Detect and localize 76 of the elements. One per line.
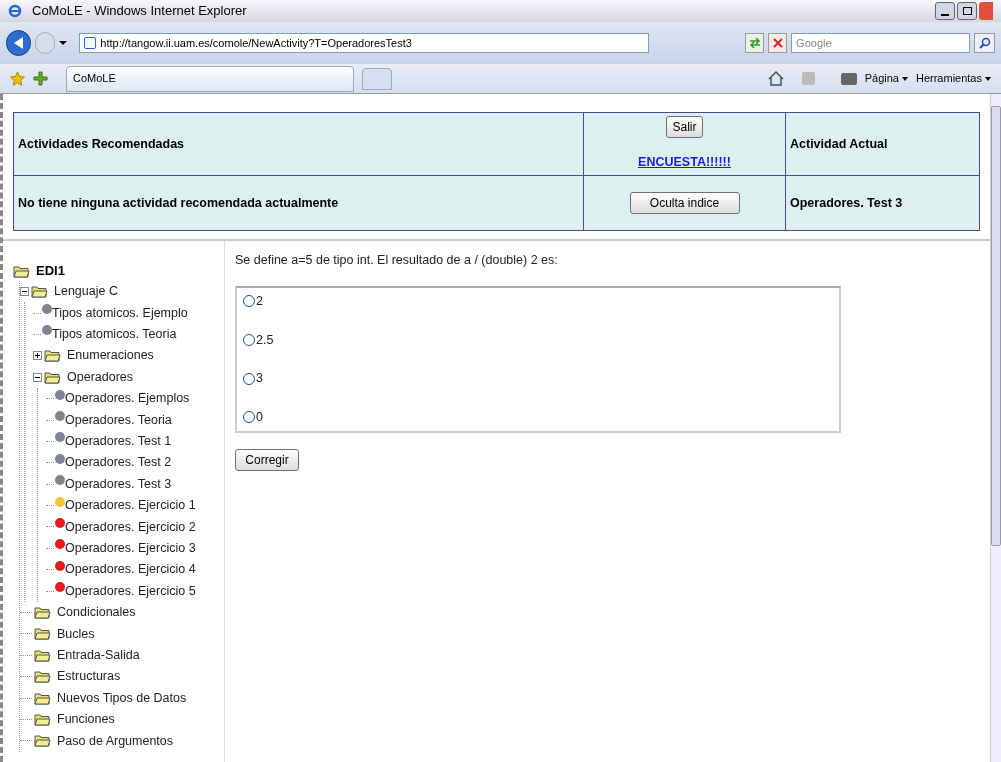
tree-folder[interactable]: Lenguaje C [54,282,118,302]
page-icon [84,37,97,49]
folder-icon [34,627,51,641]
option-label: 0 [256,409,263,426]
toolbar-menu[interactable]: Página [864,70,908,87]
current-heading: Actividad Actual [789,135,889,153]
radio-button[interactable] [243,411,255,424]
folder-icon [34,606,51,620]
collapse-toggle-icon[interactable] [33,372,42,382]
submit-button[interactable]: Corregir [235,448,299,471]
tree-item[interactable]: Operadores. Ejercicio 5 [65,581,196,601]
tree-item[interactable]: Operadores. Ejercicio 3 [65,539,196,558]
tree-item[interactable]: Operadores. Test 1 [65,432,172,451]
window-title: CoMoLE - Windows Internet Explorer [32,2,247,21]
tree-folder[interactable]: Enumeraciones [67,346,154,366]
tree-root[interactable]: EDI1 [36,261,65,281]
tree-folder[interactable]: Entrada-Salida [57,645,140,665]
tree-folder[interactable]: Paso de Argumentos [57,731,174,751]
collapse-toggle-icon[interactable] [20,287,29,297]
refresh-arrows-icon [748,38,761,48]
search-field[interactable]: Google [791,33,971,53]
tree-folder[interactable]: Bucles [57,624,95,644]
folder-icon [44,370,61,384]
address-field[interactable]: http://tangow.ii.uam.es/comole/NewActivity?T=OperadoresTest3 [79,33,650,53]
question-text: Se define a=5 de tipo int. El resultado de a / (double) 2 es: [235,252,559,269]
folder-icon [34,691,51,705]
folder-icon [34,734,51,748]
exit-button[interactable]: Salir [666,116,703,138]
folder-icon [44,349,61,363]
tree-folder[interactable]: Estructuras [57,667,121,687]
toolbar-menu[interactable]: Herramientas [915,70,991,87]
option-label: 3 [256,370,263,388]
tree-item[interactable]: Operadores. Test 2 [65,453,172,473]
tree-item[interactable]: Operadores. Ejercicio 2 [65,517,196,537]
radio-button[interactable] [243,295,255,308]
scrollbar[interactable] [990,94,1001,762]
tree-item[interactable]: Operadores. Teoria [65,410,172,430]
stop-button[interactable] [768,33,788,53]
star-icon[interactable] [10,71,25,86]
minimize-button[interactable] [935,2,955,20]
tree-item[interactable]: Operadores. Ejercicio 4 [65,560,196,580]
refresh-button[interactable] [745,33,765,53]
url-text: http://tangow.ii.uam.es/comole/NewActivity?T=OperadoresTest3 [100,35,412,51]
hide-index-button[interactable]: Oculta indice [629,192,740,214]
expand-toggle-icon[interactable] [33,351,42,361]
folder-icon [13,264,30,278]
tree-item[interactable]: Tipos atomicos. Ejemplo [52,303,188,323]
tree-item[interactable]: Operadores. Ejercicio 1 [65,496,196,515]
radio-button[interactable] [243,372,255,385]
folder-icon [31,285,48,299]
tree-folder[interactable]: Nuevos Tipos de Datos [57,688,187,708]
recommended-heading: Actividades Recomendadas [14,113,584,175]
browser-tab[interactable]: CoMoLE [66,65,354,92]
search-icon [978,37,991,49]
dropdown-caret-icon[interactable] [59,41,68,45]
tree-folder[interactable]: Operadores [67,367,133,387]
home-icon[interactable] [767,71,784,86]
printer-icon[interactable] [840,72,857,85]
folder-icon [34,670,51,684]
folder-icon [34,648,51,662]
tree-folder[interactable]: Funciones [57,710,115,729]
recommended-text: No tiene ninguna actividad recomendada actualmente [14,175,584,230]
tree-item[interactable]: Operadores. Test 3 [65,474,172,494]
search-button[interactable] [974,33,995,53]
folder-icon [34,713,51,726]
tree-item[interactable]: Operadores. Ejemplos [65,389,190,408]
survey-link[interactable]: ENCUESTA!!!!!! [638,153,731,172]
current-activity: Operadores. Test 3 [786,175,979,230]
tree-folder[interactable]: Condicionales [57,603,136,622]
restore-button[interactable] [957,2,977,20]
option-label: 2.5 [256,331,274,349]
stop-x-icon [772,38,783,48]
back-button[interactable] [6,30,31,56]
tree-item[interactable]: Tipos atomicos. Teoria [52,325,177,344]
option-label: 2 [256,292,263,310]
radio-button[interactable] [243,333,255,346]
